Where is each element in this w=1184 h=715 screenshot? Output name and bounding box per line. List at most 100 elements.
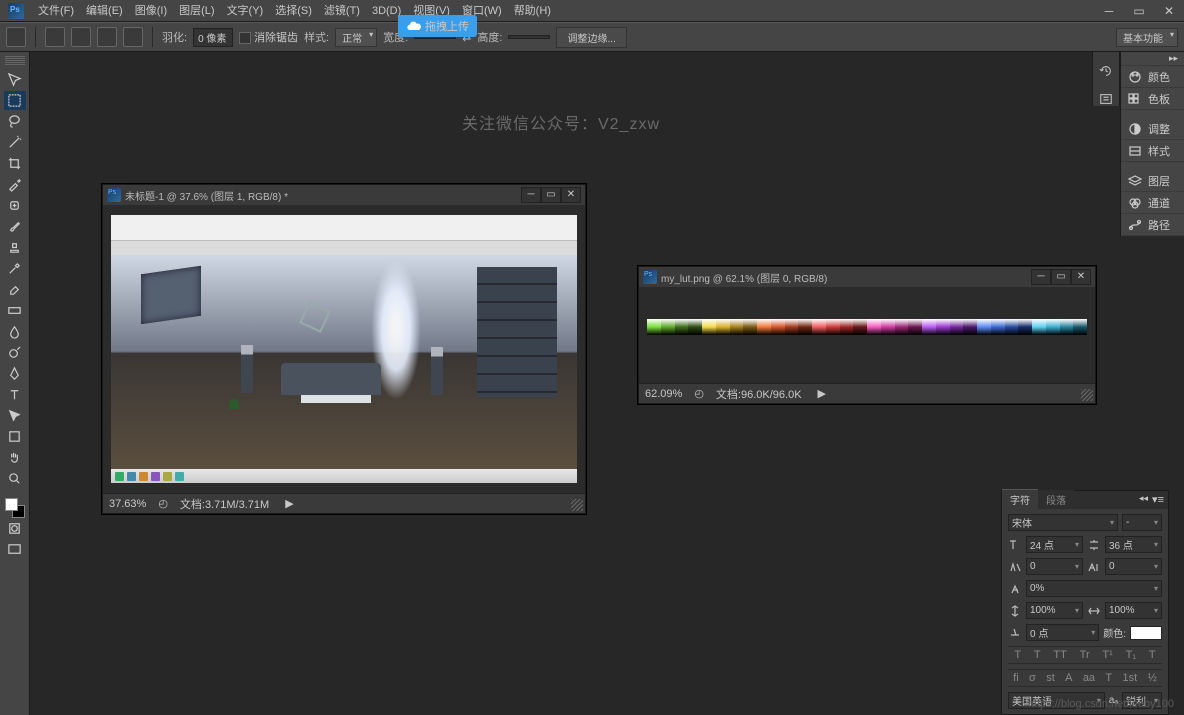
menu-file[interactable]: 文件(F)	[32, 0, 80, 22]
menu-help[interactable]: 帮助(H)	[508, 0, 557, 22]
doc1-min[interactable]: ─	[521, 187, 541, 203]
panel-color[interactable]: 颜色	[1121, 66, 1184, 88]
screenmode-tool[interactable]	[4, 540, 26, 559]
history-icon[interactable]	[1099, 64, 1113, 78]
status-arrow-icon[interactable]: ▶	[818, 387, 826, 400]
crop-tool[interactable]	[4, 154, 26, 173]
tab-para[interactable]: 段落	[1038, 490, 1074, 509]
style-dropdown[interactable]: 正常	[335, 28, 377, 47]
panel-layers[interactable]: 图层	[1121, 170, 1184, 192]
menu-type[interactable]: 文字(Y)	[221, 0, 270, 22]
panel-swatch[interactable]: 色板	[1121, 88, 1184, 110]
brush-tool[interactable]	[4, 217, 26, 236]
baseline-select[interactable]: 0 点	[1026, 624, 1099, 641]
gradient-tool[interactable]	[4, 301, 26, 320]
fg-bg-colors[interactable]	[4, 498, 26, 517]
selection-add-icon[interactable]	[71, 27, 91, 47]
menu-layer[interactable]: 图层(L)	[173, 0, 220, 22]
tt-btn[interactable]: T	[1149, 649, 1156, 661]
height-field[interactable]	[508, 35, 550, 39]
antialias-checkbox[interactable]: 消除锯齿	[239, 29, 298, 45]
doc1-max[interactable]: ▭	[541, 187, 561, 203]
move-tool[interactable]	[4, 70, 26, 89]
status-icon[interactable]: ◴	[158, 497, 168, 510]
tt-btn[interactable]: fi	[1013, 672, 1019, 684]
tt-btn[interactable]: aa	[1083, 672, 1095, 684]
marquee-tool[interactable]	[4, 91, 26, 110]
path-select-tool[interactable]	[4, 406, 26, 425]
doc1-resize-handle[interactable]	[571, 499, 583, 511]
upload-tag[interactable]: 拖拽上传	[398, 15, 477, 37]
maximize-button[interactable]: ▭	[1124, 0, 1154, 22]
hand-tool[interactable]	[4, 448, 26, 467]
menu-filter[interactable]: 滤镜(T)	[318, 0, 366, 22]
status-icon[interactable]: ◴	[694, 387, 704, 400]
eraser-tool[interactable]	[4, 280, 26, 299]
history-brush-tool[interactable]	[4, 259, 26, 278]
blur-tool[interactable]	[4, 322, 26, 341]
tt-btn[interactable]: T₁	[1126, 649, 1136, 661]
toolbox-handle[interactable]	[5, 56, 25, 65]
panel-adjust[interactable]: 调整	[1121, 118, 1184, 140]
tt-btn[interactable]: T	[1014, 649, 1021, 661]
kerning-select[interactable]: 0	[1105, 558, 1162, 575]
tt-btn[interactable]: T¹	[1102, 649, 1112, 661]
scale-select[interactable]: 0%	[1026, 580, 1162, 597]
panel-channels[interactable]: 通道	[1121, 192, 1184, 214]
panel-collapse-icon[interactable]: ◂◂	[1139, 493, 1148, 504]
tt-btn[interactable]: T	[1105, 672, 1112, 684]
menu-image[interactable]: 图像(I)	[129, 0, 173, 22]
font-style-select[interactable]: -	[1122, 514, 1162, 531]
panel-styles[interactable]: 样式	[1121, 140, 1184, 162]
hscale-select[interactable]: 100%	[1105, 602, 1162, 619]
refine-edge-button[interactable]: 调整边缘...	[556, 27, 626, 48]
doc1-close[interactable]: ✕	[561, 187, 581, 203]
panel-menu-icon[interactable]: ▾≡	[1152, 493, 1164, 506]
tt-btn[interactable]: ½	[1148, 672, 1157, 684]
tt-btn[interactable]: σ	[1029, 672, 1036, 684]
font-family-select[interactable]: 宋体	[1008, 514, 1118, 531]
tt-btn[interactable]: T	[1034, 649, 1041, 661]
doc2-min[interactable]: ─	[1031, 269, 1051, 285]
pen-tool[interactable]	[4, 364, 26, 383]
tool-preset-icon[interactable]	[6, 27, 26, 47]
properties-icon[interactable]	[1099, 92, 1113, 106]
doc1-zoom[interactable]: 37.63%	[109, 498, 146, 510]
tt-btn[interactable]: st	[1046, 672, 1055, 684]
close-button[interactable]: ✕	[1154, 0, 1184, 22]
doc1-titlebar[interactable]: 未标题-1 @ 37.6% (图层 1, RGB/8) * ─ ▭ ✕	[103, 185, 585, 205]
va-select[interactable]: 0	[1026, 558, 1083, 575]
tab-char[interactable]: 字符	[1002, 489, 1038, 509]
tt-btn[interactable]: TT	[1053, 649, 1066, 661]
eyedropper-tool[interactable]	[4, 175, 26, 194]
minimize-button[interactable]: ─	[1094, 0, 1124, 22]
leading-select[interactable]: 36 点	[1105, 536, 1162, 553]
document-window-1[interactable]: 未标题-1 @ 37.6% (图层 1, RGB/8) * ─ ▭ ✕ 37.6…	[102, 184, 586, 514]
heal-tool[interactable]	[4, 196, 26, 215]
document-window-2[interactable]: my_lut.png @ 62.1% (图层 0, RGB/8) ─ ▭ ✕ 6…	[638, 266, 1096, 404]
zoom-tool[interactable]	[4, 469, 26, 488]
stamp-tool[interactable]	[4, 238, 26, 257]
status-arrow-icon[interactable]: ▶	[285, 497, 293, 510]
tt-btn[interactable]: 1st	[1123, 672, 1138, 684]
character-panel[interactable]: 字符 段落 ◂◂ ▾≡ 宋体 - 24 点 36 点 0 0 0% 100%	[1001, 490, 1169, 715]
tt-btn[interactable]: Tr	[1080, 649, 1090, 661]
doc2-resize-handle[interactable]	[1081, 389, 1093, 401]
dodge-tool[interactable]	[4, 343, 26, 362]
quickmask-tool[interactable]	[4, 519, 26, 538]
doc2-max[interactable]: ▭	[1051, 269, 1071, 285]
doc2-titlebar[interactable]: my_lut.png @ 62.1% (图层 0, RGB/8) ─ ▭ ✕	[639, 267, 1095, 287]
doc2-zoom[interactable]: 62.09%	[645, 388, 682, 400]
font-size-select[interactable]: 24 点	[1026, 536, 1083, 553]
lasso-tool[interactable]	[4, 112, 26, 131]
doc2-close[interactable]: ✕	[1071, 269, 1091, 285]
selection-intersect-icon[interactable]	[123, 27, 143, 47]
wand-tool[interactable]	[4, 133, 26, 152]
selection-sub-icon[interactable]	[97, 27, 117, 47]
menu-edit[interactable]: 编辑(E)	[80, 0, 129, 22]
text-color-swatch[interactable]	[1130, 626, 1162, 640]
menu-select[interactable]: 选择(S)	[269, 0, 318, 22]
feather-field[interactable]: 0 像素	[193, 28, 233, 47]
selection-new-icon[interactable]	[45, 27, 65, 47]
workspace-dropdown[interactable]: 基本功能	[1116, 28, 1178, 47]
